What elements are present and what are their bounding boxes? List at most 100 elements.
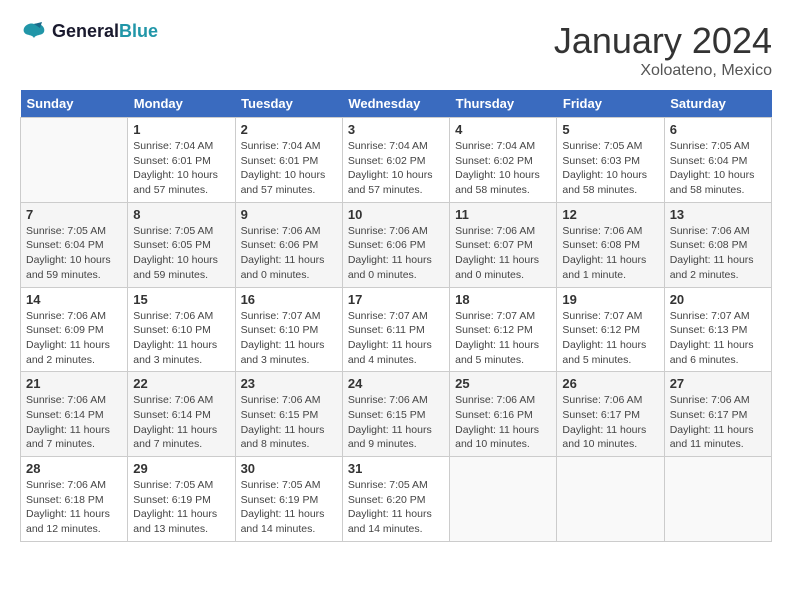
day-number: 20 — [670, 292, 766, 307]
day-info: Sunrise: 7:05 AM Sunset: 6:19 PM Dayligh… — [241, 478, 337, 537]
calendar-cell: 10 Sunrise: 7:06 AM Sunset: 6:06 PM Dayli… — [342, 202, 449, 287]
weekday-header-saturday: Saturday — [664, 90, 771, 118]
location-subtitle: Xoloateno, Mexico — [554, 62, 772, 80]
calendar-cell: 12 Sunrise: 7:06 AM Sunset: 6:08 PM Dayli… — [557, 202, 664, 287]
day-info: Sunrise: 7:04 AM Sunset: 6:01 PM Dayligh… — [133, 139, 229, 198]
calendar-cell: 27 Sunrise: 7:06 AM Sunset: 6:17 PM Dayli… — [664, 372, 771, 457]
calendar-cell: 17 Sunrise: 7:07 AM Sunset: 6:11 PM Dayli… — [342, 287, 449, 372]
day-info: Sunrise: 7:05 AM Sunset: 6:19 PM Dayligh… — [133, 478, 229, 537]
day-info: Sunrise: 7:06 AM Sunset: 6:15 PM Dayligh… — [241, 393, 337, 452]
logo-text: GeneralBlue — [52, 22, 158, 42]
day-number: 29 — [133, 461, 229, 476]
calendar-week-row: 21 Sunrise: 7:06 AM Sunset: 6:14 PM Dayli… — [21, 372, 772, 457]
calendar-cell: 22 Sunrise: 7:06 AM Sunset: 6:14 PM Dayli… — [128, 372, 235, 457]
calendar-cell: 13Sunrise: 7:06 AM Sunset: 6:08 PM Dayli… — [664, 202, 771, 287]
month-year-title: January 2024 — [554, 20, 772, 62]
day-info: Sunrise: 7:07 AM Sunset: 6:13 PM Dayligh… — [670, 309, 766, 368]
day-number: 22 — [133, 376, 229, 391]
calendar-cell: 5Sunrise: 7:05 AM Sunset: 6:03 PM Daylig… — [557, 118, 664, 203]
calendar-cell: 28 Sunrise: 7:06 AM Sunset: 6:18 PM Dayli… — [21, 457, 128, 542]
weekday-header-thursday: Thursday — [450, 90, 557, 118]
weekday-header-monday: Monday — [128, 90, 235, 118]
calendar-cell: 8 Sunrise: 7:05 AM Sunset: 6:05 PM Daylig… — [128, 202, 235, 287]
day-info: Sunrise: 7:05 AM Sunset: 6:04 PM Dayligh… — [670, 139, 766, 198]
calendar-cell: 1 Sunrise: 7:04 AM Sunset: 6:01 PM Daylig… — [128, 118, 235, 203]
calendar-week-row: 1 Sunrise: 7:04 AM Sunset: 6:01 PM Daylig… — [21, 118, 772, 203]
day-number: 6 — [670, 122, 766, 137]
calendar-cell: 16 Sunrise: 7:07 AM Sunset: 6:10 PM Dayli… — [235, 287, 342, 372]
day-number: 28 — [26, 461, 122, 476]
calendar-cell: 9Sunrise: 7:06 AM Sunset: 6:06 PM Daylig… — [235, 202, 342, 287]
calendar-cell: 14 Sunrise: 7:06 AM Sunset: 6:09 PM Dayli… — [21, 287, 128, 372]
page-header: GeneralBlue January 2024 Xoloateno, Mexi… — [20, 20, 772, 80]
weekday-header-friday: Friday — [557, 90, 664, 118]
title-block: January 2024 Xoloateno, Mexico — [554, 20, 772, 80]
day-number: 5 — [562, 122, 658, 137]
day-number: 7 — [26, 207, 122, 222]
logo-bird-icon — [20, 20, 48, 44]
day-info: Sunrise: 7:06 AM Sunset: 6:06 PM Dayligh… — [241, 224, 337, 283]
day-number: 13 — [670, 207, 766, 222]
calendar-cell: 26Sunrise: 7:06 AM Sunset: 6:17 PM Dayli… — [557, 372, 664, 457]
day-number: 16 — [241, 292, 337, 307]
day-info: Sunrise: 7:05 AM Sunset: 6:04 PM Dayligh… — [26, 224, 122, 283]
calendar-week-row: 7 Sunrise: 7:05 AM Sunset: 6:04 PM Daylig… — [21, 202, 772, 287]
weekday-header-wednesday: Wednesday — [342, 90, 449, 118]
day-info: Sunrise: 7:07 AM Sunset: 6:12 PM Dayligh… — [455, 309, 551, 368]
day-info: Sunrise: 7:04 AM Sunset: 6:02 PM Dayligh… — [455, 139, 551, 198]
day-number: 8 — [133, 207, 229, 222]
day-number: 30 — [241, 461, 337, 476]
weekday-header-tuesday: Tuesday — [235, 90, 342, 118]
calendar-cell: 7 Sunrise: 7:05 AM Sunset: 6:04 PM Daylig… — [21, 202, 128, 287]
calendar-cell — [664, 457, 771, 542]
day-number: 1 — [133, 122, 229, 137]
calendar-table: SundayMondayTuesdayWednesdayThursdayFrid… — [20, 90, 772, 542]
weekday-header-sunday: Sunday — [21, 90, 128, 118]
day-info: Sunrise: 7:06 AM Sunset: 6:07 PM Dayligh… — [455, 224, 551, 283]
calendar-cell: 6 Sunrise: 7:05 AM Sunset: 6:04 PM Daylig… — [664, 118, 771, 203]
day-number: 3 — [348, 122, 444, 137]
day-number: 17 — [348, 292, 444, 307]
calendar-cell: 30 Sunrise: 7:05 AM Sunset: 6:19 PM Dayli… — [235, 457, 342, 542]
day-number: 10 — [348, 207, 444, 222]
calendar-cell: 31 Sunrise: 7:05 AM Sunset: 6:20 PM Dayli… — [342, 457, 449, 542]
calendar-cell: 15 Sunrise: 7:06 AM Sunset: 6:10 PM Dayli… — [128, 287, 235, 372]
day-info: Sunrise: 7:06 AM Sunset: 6:18 PM Dayligh… — [26, 478, 122, 537]
calendar-cell: 23 Sunrise: 7:06 AM Sunset: 6:15 PM Dayli… — [235, 372, 342, 457]
day-number: 27 — [670, 376, 766, 391]
calendar-cell: 29 Sunrise: 7:05 AM Sunset: 6:19 PM Dayli… — [128, 457, 235, 542]
day-number: 12 — [562, 207, 658, 222]
calendar-week-row: 14 Sunrise: 7:06 AM Sunset: 6:09 PM Dayli… — [21, 287, 772, 372]
day-info: Sunrise: 7:06 AM Sunset: 6:09 PM Dayligh… — [26, 309, 122, 368]
day-info: Sunrise: 7:06 AM Sunset: 6:08 PM Dayligh… — [562, 224, 658, 283]
day-info: Sunrise: 7:05 AM Sunset: 6:05 PM Dayligh… — [133, 224, 229, 283]
day-number: 4 — [455, 122, 551, 137]
day-info: Sunrise: 7:07 AM Sunset: 6:11 PM Dayligh… — [348, 309, 444, 368]
calendar-cell — [557, 457, 664, 542]
day-number: 19 — [562, 292, 658, 307]
calendar-cell — [450, 457, 557, 542]
day-info: Sunrise: 7:07 AM Sunset: 6:10 PM Dayligh… — [241, 309, 337, 368]
day-info: Sunrise: 7:06 AM Sunset: 6:10 PM Dayligh… — [133, 309, 229, 368]
logo: GeneralBlue — [20, 20, 158, 44]
calendar-cell — [21, 118, 128, 203]
day-info: Sunrise: 7:06 AM Sunset: 6:14 PM Dayligh… — [133, 393, 229, 452]
calendar-cell: 20 Sunrise: 7:07 AM Sunset: 6:13 PM Dayli… — [664, 287, 771, 372]
day-number: 15 — [133, 292, 229, 307]
day-number: 14 — [26, 292, 122, 307]
day-number: 23 — [241, 376, 337, 391]
day-info: Sunrise: 7:06 AM Sunset: 6:16 PM Dayligh… — [455, 393, 551, 452]
day-info: Sunrise: 7:06 AM Sunset: 6:14 PM Dayligh… — [26, 393, 122, 452]
day-info: Sunrise: 7:06 AM Sunset: 6:17 PM Dayligh… — [670, 393, 766, 452]
day-info: Sunrise: 7:06 AM Sunset: 6:15 PM Dayligh… — [348, 393, 444, 452]
calendar-cell: 4 Sunrise: 7:04 AM Sunset: 6:02 PM Daylig… — [450, 118, 557, 203]
day-number: 21 — [26, 376, 122, 391]
day-number: 18 — [455, 292, 551, 307]
calendar-cell: 2Sunrise: 7:04 AM Sunset: 6:01 PM Daylig… — [235, 118, 342, 203]
weekday-header-row: SundayMondayTuesdayWednesdayThursdayFrid… — [21, 90, 772, 118]
day-number: 31 — [348, 461, 444, 476]
day-info: Sunrise: 7:06 AM Sunset: 6:06 PM Dayligh… — [348, 224, 444, 283]
calendar-cell: 3Sunrise: 7:04 AM Sunset: 6:02 PM Daylig… — [342, 118, 449, 203]
day-info: Sunrise: 7:05 AM Sunset: 6:20 PM Dayligh… — [348, 478, 444, 537]
calendar-cell: 11Sunrise: 7:06 AM Sunset: 6:07 PM Dayli… — [450, 202, 557, 287]
